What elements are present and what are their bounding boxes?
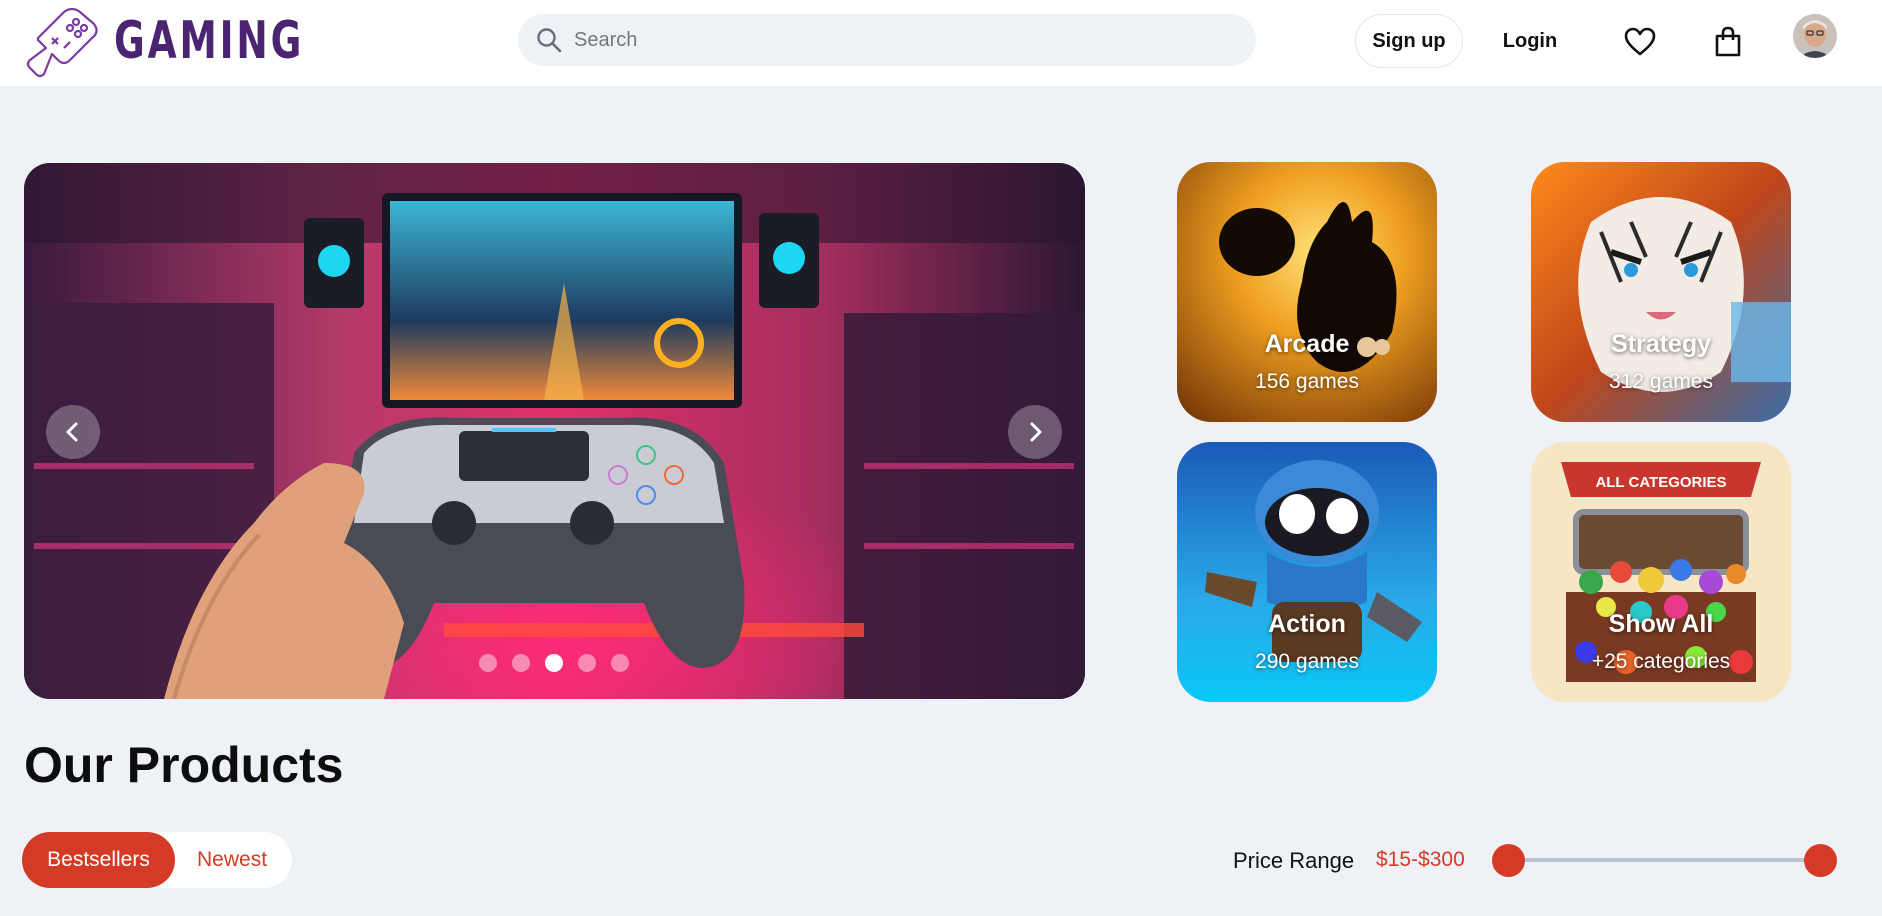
carousel-dot[interactable] bbox=[578, 654, 596, 672]
price-range-label: Price Range bbox=[1233, 848, 1355, 873]
hero-image bbox=[24, 163, 1085, 699]
category-card-strategy[interactable]: Strategy 312 games bbox=[1531, 162, 1791, 422]
logo[interactable]: GAMING bbox=[26, 4, 378, 78]
category-count: 156 games bbox=[1255, 370, 1359, 393]
carousel-prev-button[interactable] bbox=[46, 405, 100, 459]
tab-bestsellers[interactable]: Bestsellers bbox=[22, 832, 175, 888]
category-count: 290 games bbox=[1255, 650, 1359, 673]
avatar-image bbox=[1793, 14, 1837, 58]
section-title: Our Products bbox=[24, 737, 344, 793]
category-title: Strategy bbox=[1610, 330, 1712, 358]
category-title: Arcade bbox=[1264, 330, 1350, 358]
search-input[interactable] bbox=[574, 28, 1214, 52]
category-card-show-all[interactable]: ALL CATEGORIES Show All +25 categories bbox=[1531, 442, 1791, 702]
tab-newest[interactable]: Newest bbox=[175, 832, 289, 888]
search-bar[interactable] bbox=[518, 14, 1256, 66]
price-slider-max-handle[interactable] bbox=[1804, 844, 1837, 877]
carousel-dot[interactable] bbox=[479, 654, 497, 672]
product-tabs: Bestsellers Newest bbox=[22, 832, 292, 888]
chevron-left-icon bbox=[66, 422, 78, 442]
category-card-action[interactable]: Action 290 games bbox=[1177, 442, 1437, 702]
category-card-arcade[interactable]: Arcade 156 games bbox=[1177, 162, 1437, 422]
wishlist-button[interactable] bbox=[1620, 22, 1660, 62]
banner-text: ALL CATEGORIES bbox=[1595, 474, 1726, 491]
search-icon bbox=[537, 28, 562, 53]
signup-button[interactable]: Sign up bbox=[1355, 14, 1463, 68]
price-slider-min-handle[interactable] bbox=[1492, 844, 1525, 877]
price-range-value: $15-$300 bbox=[1376, 848, 1465, 871]
category-count: 312 games bbox=[1609, 370, 1713, 393]
logo-text: GAMING bbox=[114, 11, 305, 71]
category-count: +25 categories bbox=[1591, 650, 1731, 673]
hero-carousel bbox=[24, 163, 1085, 699]
category-title: Action bbox=[1268, 610, 1346, 638]
carousel-dots bbox=[479, 654, 629, 672]
chevron-right-icon bbox=[1030, 422, 1042, 442]
gamepad-logo-icon bbox=[26, 7, 98, 78]
cart-button[interactable] bbox=[1708, 22, 1748, 62]
category-title: Show All bbox=[1608, 610, 1714, 638]
login-button[interactable]: Login bbox=[1480, 14, 1580, 68]
price-slider-track[interactable] bbox=[1508, 858, 1820, 862]
shopping-bag-icon bbox=[1715, 26, 1741, 57]
heart-icon bbox=[1624, 27, 1656, 56]
user-avatar[interactable] bbox=[1793, 14, 1837, 58]
carousel-next-button[interactable] bbox=[1008, 405, 1062, 459]
carousel-dot[interactable] bbox=[512, 654, 530, 672]
header: GAMING Sign up Login bbox=[0, 0, 1882, 86]
carousel-dot-active[interactable] bbox=[545, 654, 563, 672]
carousel-dot[interactable] bbox=[611, 654, 629, 672]
